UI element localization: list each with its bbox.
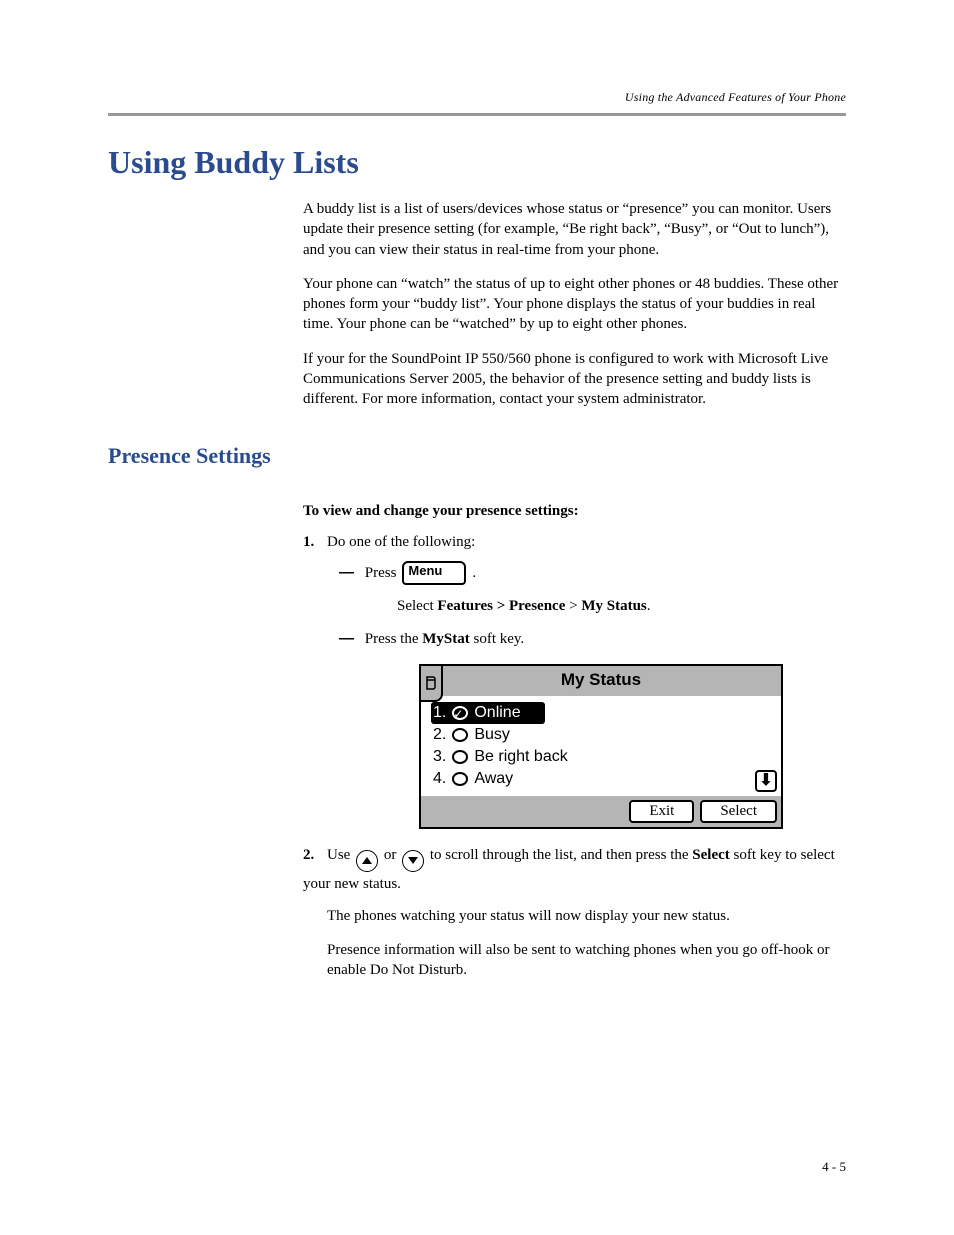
dash-marker-icon: — bbox=[339, 562, 361, 585]
option-a-period: . bbox=[472, 562, 476, 585]
arrow-up-icon bbox=[356, 850, 378, 872]
opt-num: 3. bbox=[433, 746, 446, 768]
page-number: 4 - 5 bbox=[822, 1159, 846, 1175]
heading-presence-settings: Presence Settings bbox=[108, 443, 846, 469]
step-2-para-3: Presence information will also be sent t… bbox=[327, 940, 846, 981]
opt-label: Away bbox=[474, 768, 513, 790]
step-1-marker: 1. bbox=[303, 534, 327, 551]
radio-icon bbox=[452, 728, 468, 742]
status-option-away: 4. Away bbox=[431, 768, 775, 790]
step-1-text: Do one of the following: bbox=[327, 534, 475, 550]
radio-icon bbox=[452, 772, 468, 786]
status-option-online: 1. Online bbox=[431, 702, 545, 724]
opt-a-select-suffix: . bbox=[647, 598, 651, 614]
option-a-select-line: Select Features > Presence > My Status. bbox=[397, 595, 846, 618]
arrow-down-icon bbox=[402, 850, 424, 872]
opt-a-select-path1: Features > Presence bbox=[437, 598, 565, 614]
step-2: 2.Use or to scroll through the list, and… bbox=[303, 843, 846, 896]
header-rule bbox=[108, 113, 846, 116]
option-a: — Press Menu . Select Features > Presenc… bbox=[339, 561, 846, 618]
opt-num: 2. bbox=[433, 724, 446, 746]
option-a-press: Press bbox=[365, 562, 397, 585]
softkey-select: Select bbox=[700, 800, 777, 823]
opt-label: Be right back bbox=[474, 746, 567, 768]
step-2-marker: 2. bbox=[303, 843, 327, 867]
phone-screen-title-text: My Status bbox=[561, 670, 641, 689]
radio-checked-icon bbox=[452, 706, 468, 720]
option-b: — Press the MyStat soft key. bbox=[339, 628, 846, 651]
step-2-select-bold: Select bbox=[692, 847, 729, 863]
running-header: Using the Advanced Features of Your Phon… bbox=[108, 90, 846, 105]
procedure-heading: To view and change your presence setting… bbox=[303, 503, 846, 520]
status-option-brb: 3. Be right back bbox=[431, 746, 775, 768]
step-2-t1: Use bbox=[327, 847, 354, 863]
step-2-para-2: The phones watching your status will now… bbox=[327, 906, 846, 926]
phone-screen-figure: My Status 1. Online 2. Busy 3. bbox=[419, 664, 783, 829]
dash-marker-icon: — bbox=[339, 628, 361, 651]
intro-para-1: A buddy list is a list of users/devices … bbox=[303, 199, 846, 260]
step-2-t2: or bbox=[380, 847, 400, 863]
radio-icon bbox=[452, 750, 468, 764]
opt-label: Busy bbox=[474, 724, 510, 746]
softkey-exit: Exit bbox=[629, 800, 694, 823]
phone-screen-title: My Status bbox=[421, 666, 781, 696]
heading-buddy-lists: Using Buddy Lists bbox=[108, 144, 846, 181]
opt-b-suffix: soft key. bbox=[470, 631, 524, 647]
opt-a-select-prefix: Select bbox=[397, 598, 437, 614]
opt-num: 4. bbox=[433, 768, 446, 790]
phone-screen-list: 1. Online 2. Busy 3. Be right back bbox=[421, 696, 781, 796]
scroll-down-icon: ⬇ bbox=[755, 770, 777, 792]
opt-b-prefix: Press the bbox=[365, 631, 423, 647]
opt-a-select-mid: > bbox=[565, 598, 581, 614]
step-1: 1.Do one of the following: bbox=[303, 534, 846, 551]
status-option-busy: 2. Busy bbox=[431, 724, 775, 746]
opt-a-select-path2: My Status bbox=[581, 598, 646, 614]
phone-softkey-row: Exit Select bbox=[421, 796, 781, 827]
step-2-t3: to scroll through the list, and then pre… bbox=[426, 847, 692, 863]
opt-num: 1. bbox=[433, 702, 446, 724]
intro-para-2: Your phone can “watch” the status of up … bbox=[303, 274, 846, 335]
opt-label: Online bbox=[474, 702, 520, 724]
opt-b-bold: MyStat bbox=[422, 631, 470, 647]
menu-key-icon: Menu bbox=[402, 561, 466, 585]
intro-para-3: If your for the SoundPoint IP 550/560 ph… bbox=[303, 349, 846, 410]
